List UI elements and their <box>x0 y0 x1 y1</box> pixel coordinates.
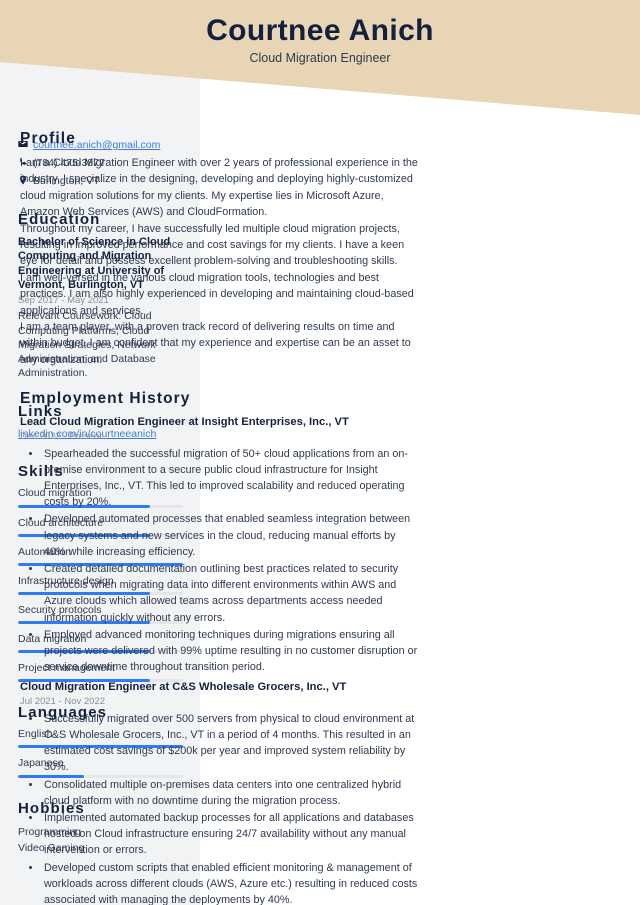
job-date: Dec 2022 - Present <box>20 431 102 443</box>
job-bullet-list: Successfully migrated over 500 servers f… <box>20 711 420 905</box>
job-bullet: Created detailed documentation outlining… <box>42 561 420 626</box>
employment-entry: Lead Cloud Migration Engineer at Insight… <box>20 415 420 675</box>
job-bullet: Spearheaded the successful migration of … <box>42 446 420 511</box>
job-date: Jul 2021 - Nov 2022 <box>20 696 106 708</box>
job-bullet: Consolidated multiple on-premises data c… <box>42 777 420 809</box>
job-bullet: Developed automated processes that enabl… <box>42 511 420 560</box>
candidate-name: Courtnee Anich <box>206 14 434 47</box>
resume-page: Courtnee Anich Cloud Migration Engineer … <box>0 0 640 905</box>
employment-entry: Cloud Migration Engineer at C&S Wholesal… <box>20 680 420 905</box>
candidate-job-title: Cloud Migration Engineer <box>249 50 391 65</box>
profile-paragraph: I am a team player, with a proven track … <box>20 321 411 366</box>
profile-body: I am a Cloud Migration Engineer with ove… <box>20 155 420 368</box>
job-bullet-list: Spearheaded the successful migration of … <box>20 446 420 676</box>
header-text-group: Courtnee Anich Cloud Migration Engineer <box>0 14 640 66</box>
job-bullet: Employed advanced monitoring techniques … <box>42 627 420 676</box>
profile-paragraph: I am well-versed in the various cloud mi… <box>20 271 414 317</box>
profile-paragraph: Throughout my career, I have successfull… <box>20 222 405 268</box>
job-bullet: Developed custom scripts that enabled ef… <box>42 860 420 905</box>
main-content: Profile I am a Cloud Migration Engineer … <box>20 130 420 905</box>
profile-heading: Profile <box>20 130 76 147</box>
employment-heading: Employment History <box>20 390 191 408</box>
job-bullet: Successfully migrated over 500 servers f… <box>42 711 420 776</box>
job-bullet: Implemented automated backup processes f… <box>42 810 420 859</box>
job-title: Lead Cloud Migration Engineer at Insight… <box>20 416 349 429</box>
profile-paragraph: I am a Cloud Migration Engineer with ove… <box>20 157 418 219</box>
job-title: Cloud Migration Engineer at C&S Wholesal… <box>20 681 347 694</box>
